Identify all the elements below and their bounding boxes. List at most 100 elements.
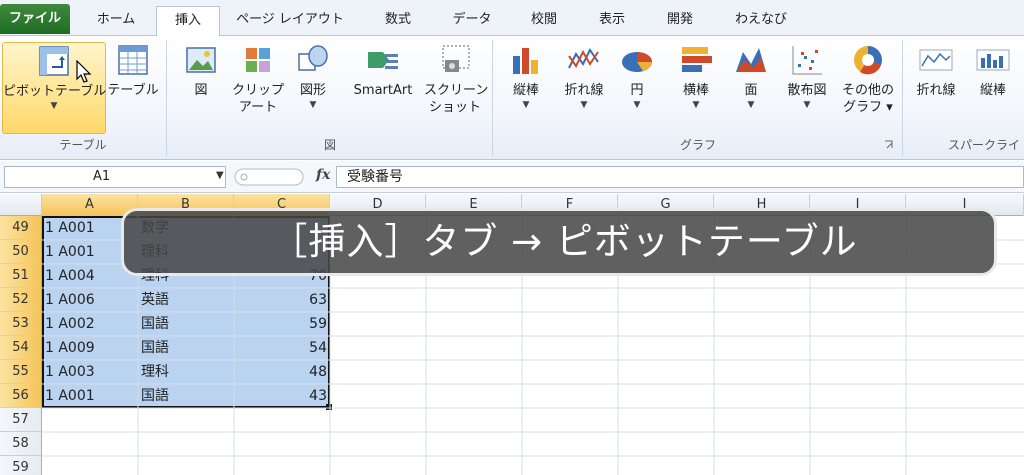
- ribbon-tab-bar: ファイル ホーム 挿入 ページ レイアウト 数式 データ 校閲 表示 開発 わえ…: [0, 0, 1024, 37]
- formula-input[interactable]: 受験番号: [336, 166, 1024, 188]
- select-all-corner[interactable]: [0, 194, 42, 216]
- scatter-chart-dropdown-icon[interactable]: ▼: [778, 99, 836, 111]
- cell[interactable]: 1 A009: [42, 336, 138, 360]
- tab-waenavi[interactable]: わえなび: [722, 6, 800, 36]
- area-chart-icon: [733, 42, 769, 78]
- cell[interactable]: 理科: [138, 360, 234, 384]
- line-chart-dropdown-icon[interactable]: ▼: [556, 99, 612, 111]
- row-header[interactable]: 51: [0, 264, 42, 288]
- column-header-a[interactable]: A: [42, 194, 138, 216]
- name-box-dropdown-icon[interactable]: ▼: [216, 170, 224, 181]
- cell[interactable]: 英語: [138, 288, 234, 312]
- clip-art-label-2: アート: [238, 100, 278, 115]
- tab-view[interactable]: 表示: [586, 6, 638, 36]
- cell[interactable]: 国語: [138, 384, 234, 408]
- row-header[interactable]: 56: [0, 384, 42, 408]
- line-chart-button[interactable]: 折れ線 ▼: [556, 42, 612, 111]
- cell[interactable]: 1 A003: [42, 360, 138, 384]
- other-charts-button[interactable]: その他の グラフ ▾: [838, 42, 898, 116]
- tab-developer[interactable]: 開発: [654, 6, 706, 36]
- tab-insert[interactable]: 挿入: [156, 6, 220, 37]
- row-header[interactable]: 54: [0, 336, 42, 360]
- sparkline-line-button[interactable]: 折れ線: [908, 42, 964, 99]
- pie-chart-label: 円: [630, 83, 644, 98]
- cell[interactable]: 59: [234, 312, 330, 336]
- pivot-table-icon: [36, 43, 72, 79]
- clip-art-button[interactable]: クリップ アート: [230, 42, 286, 116]
- smartart-button[interactable]: SmartArt: [344, 42, 422, 99]
- pivot-table-label: ピボットテーブル: [3, 84, 107, 99]
- shapes-dropdown-icon[interactable]: ▼: [290, 99, 336, 111]
- cell[interactable]: 1 A001: [42, 384, 138, 408]
- cell[interactable]: 1 A006: [42, 288, 138, 312]
- name-box[interactable]: A1: [4, 166, 226, 188]
- scatter-chart-button[interactable]: 散布図 ▼: [778, 42, 836, 111]
- dialog-launcher-icon[interactable]: [884, 140, 894, 150]
- row-header[interactable]: 55: [0, 360, 42, 384]
- picture-button[interactable]: 図: [178, 42, 224, 99]
- group-separator: [166, 40, 167, 156]
- tab-review[interactable]: 校閲: [518, 6, 570, 36]
- scatter-chart-label: 散布図: [787, 83, 827, 98]
- shapes-icon: [295, 42, 331, 78]
- formula-bar-splitter[interactable]: [234, 167, 304, 187]
- sparkline-column-button[interactable]: 縦棒: [968, 42, 1018, 99]
- smartart-label: SmartArt: [353, 83, 413, 98]
- screenshot-button[interactable]: スクリーン ショット: [424, 42, 488, 116]
- pie-chart-icon: [619, 42, 655, 78]
- sparkline-line-label: 折れ線: [916, 83, 956, 98]
- clip-art-label-1: クリップ: [231, 83, 284, 98]
- group-separator: [492, 40, 493, 156]
- tab-file[interactable]: ファイル: [0, 4, 70, 34]
- line-chart-label: 折れ線: [564, 83, 604, 98]
- row-header[interactable]: 53: [0, 312, 42, 336]
- cell[interactable]: 54: [234, 336, 330, 360]
- cell[interactable]: 63: [234, 288, 330, 312]
- group-label-illustrations: 図: [323, 138, 336, 152]
- table-label: テーブル: [107, 83, 159, 98]
- sparkline-column-icon: [975, 42, 1011, 78]
- bar-chart-dropdown-icon[interactable]: ▼: [668, 99, 724, 111]
- cell[interactable]: 48: [234, 360, 330, 384]
- tab-data[interactable]: データ: [440, 6, 504, 36]
- shapes-button[interactable]: 図形 ▼: [290, 42, 336, 111]
- group-separator: [902, 40, 903, 156]
- group-label-charts: グラフ: [679, 138, 716, 152]
- bar-chart-icon: [678, 42, 714, 78]
- area-chart-label: 面: [744, 83, 758, 98]
- area-chart-button[interactable]: 面 ▼: [726, 42, 776, 111]
- cell[interactable]: 国語: [138, 312, 234, 336]
- sparkline-column-label: 縦棒: [979, 83, 1006, 98]
- cell[interactable]: 国語: [138, 336, 234, 360]
- formula-bar: A1 ▼ fx 受験番号: [0, 161, 1024, 193]
- pivot-dropdown-icon[interactable]: ▼: [3, 100, 105, 112]
- shapes-label: 図形: [299, 83, 326, 98]
- scatter-chart-icon: [789, 42, 825, 78]
- row-header[interactable]: 57: [0, 408, 42, 432]
- insert-function-icon[interactable]: fx: [316, 167, 330, 183]
- group-label-sparklines: スパークライ: [948, 138, 1021, 152]
- row-header[interactable]: 49: [0, 216, 42, 240]
- row-header[interactable]: 50: [0, 240, 42, 264]
- pie-chart-button[interactable]: 円 ▼: [614, 42, 660, 111]
- pie-chart-dropdown-icon[interactable]: ▼: [614, 99, 660, 111]
- column-chart-dropdown-icon[interactable]: ▼: [500, 99, 552, 111]
- picture-icon: [183, 42, 219, 78]
- sparkline-line-icon: [918, 42, 954, 78]
- area-chart-dropdown-icon[interactable]: ▼: [726, 99, 776, 111]
- cell[interactable]: 1 A002: [42, 312, 138, 336]
- pivot-table-button[interactable]: ピボットテーブル ▼: [2, 42, 106, 134]
- table-button[interactable]: テーブル: [106, 42, 160, 99]
- ribbon-insert: ピボットテーブル ▼ テーブル テーブル 図 クリップ アート 図形 ▼ Sma…: [0, 36, 1024, 160]
- tab-page-layout[interactable]: ページ レイアウト: [228, 6, 352, 36]
- row-header[interactable]: 52: [0, 288, 42, 312]
- other-charts-label-1: その他の: [841, 83, 894, 98]
- bar-chart-button[interactable]: 横棒 ▼: [668, 42, 724, 111]
- tutorial-caption: ［挿入］タブ → ピボットテーブル: [121, 208, 997, 276]
- cell[interactable]: 43: [234, 384, 330, 408]
- row-header[interactable]: 58: [0, 432, 42, 456]
- column-chart-button[interactable]: 縦棒 ▼: [500, 42, 552, 111]
- tab-home[interactable]: ホーム: [84, 6, 148, 36]
- tab-formulas[interactable]: 数式: [368, 6, 428, 36]
- row-header[interactable]: 59: [0, 456, 42, 475]
